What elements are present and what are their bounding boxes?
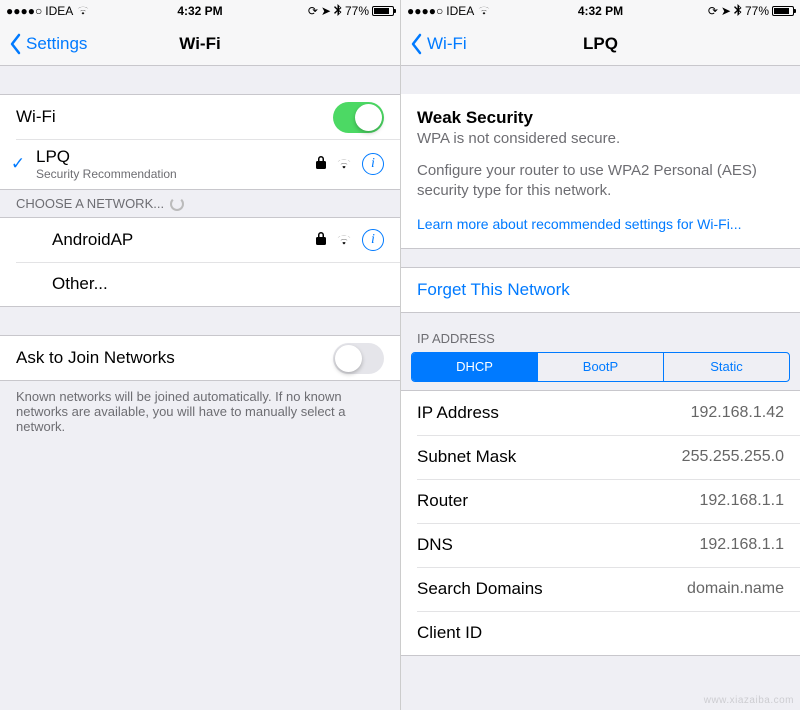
ip-row-value: 255.255.255.0 bbox=[682, 448, 784, 466]
forget-network-button[interactable]: Forget This Network bbox=[401, 268, 800, 312]
location-icon: ➤ bbox=[321, 4, 331, 18]
chevron-left-icon bbox=[409, 33, 423, 55]
ip-row[interactable]: IP Address 192.168.1.42 bbox=[401, 391, 800, 435]
ip-row-label: Subnet Mask bbox=[417, 447, 516, 467]
ask-to-join-row: Ask to Join Networks bbox=[0, 336, 400, 380]
network-name: AndroidAP bbox=[52, 230, 133, 249]
segment-bootp[interactable]: BootP bbox=[537, 353, 663, 381]
ip-row[interactable]: Subnet Mask 255.255.255.0 bbox=[401, 435, 800, 479]
battery-percent: 77% bbox=[345, 4, 369, 18]
ip-row-label: IP Address bbox=[417, 403, 499, 423]
checkmark-icon: ✓ bbox=[11, 154, 25, 174]
bluetooth-icon bbox=[334, 4, 342, 19]
status-bar: ●●●●○ IDEA 4:32 PM ⟳ ➤ 77% bbox=[401, 0, 800, 22]
battery-icon bbox=[772, 6, 794, 16]
ip-row-label: Client ID bbox=[417, 623, 482, 643]
nav-bar: Settings Wi-Fi bbox=[0, 22, 400, 66]
wifi-toggle-row: Wi-Fi bbox=[0, 95, 400, 139]
weak-security-subtitle: WPA is not considered secure. bbox=[417, 130, 784, 147]
ask-footer: Known networks will be joined automatica… bbox=[0, 381, 400, 434]
signal-dots-icon: ●●●●○ bbox=[407, 4, 443, 18]
signal-dots-icon: ●●●●○ bbox=[6, 4, 42, 18]
wifi-signal-icon bbox=[336, 230, 352, 250]
ip-row[interactable]: Client ID bbox=[401, 611, 800, 655]
wifi-toggle[interactable] bbox=[333, 102, 384, 133]
other-network-row[interactable]: Other... bbox=[0, 262, 400, 306]
info-icon[interactable]: i bbox=[362, 229, 384, 251]
back-label: Settings bbox=[26, 34, 87, 54]
segment-static[interactable]: Static bbox=[663, 353, 789, 381]
ip-address-header: IP ADDRESS bbox=[401, 313, 800, 352]
watermark: www.xiazaiba.com bbox=[704, 695, 794, 706]
ip-row-label: DNS bbox=[417, 535, 453, 555]
spinner-icon bbox=[170, 197, 184, 211]
battery-icon bbox=[372, 6, 394, 16]
chevron-left-icon bbox=[8, 33, 22, 55]
ip-mode-segmented-control[interactable]: DHCP BootP Static bbox=[411, 352, 790, 382]
other-label: Other... bbox=[52, 274, 108, 294]
bluetooth-icon bbox=[734, 4, 742, 19]
lock-icon bbox=[316, 230, 326, 250]
choose-network-header: CHOOSE A NETWORK... bbox=[0, 190, 400, 217]
ask-label: Ask to Join Networks bbox=[16, 348, 175, 368]
carrier-label: IDEA bbox=[446, 4, 474, 18]
ip-row-value: domain.name bbox=[687, 580, 784, 598]
ip-row-label: Search Domains bbox=[417, 579, 543, 599]
wifi-status-icon bbox=[477, 4, 491, 18]
network-detail-screen: ●●●●○ IDEA 4:32 PM ⟳ ➤ 77% Wi-Fi LPQ Wea… bbox=[400, 0, 800, 710]
lock-icon bbox=[316, 154, 326, 174]
rotation-lock-icon: ⟳ bbox=[308, 4, 318, 18]
info-icon[interactable]: i bbox=[362, 153, 384, 175]
weak-security-title: Weak Security bbox=[417, 108, 784, 128]
wifi-settings-screen: ●●●●○ IDEA 4:32 PM ⟳ ➤ 77% Settings Wi-F… bbox=[0, 0, 400, 710]
back-button[interactable]: Wi-Fi bbox=[409, 33, 467, 55]
ip-row[interactable]: Search Domains domain.name bbox=[401, 567, 800, 611]
ip-row-value: 192.168.1.42 bbox=[691, 404, 784, 422]
back-label: Wi-Fi bbox=[427, 34, 467, 54]
ip-row[interactable]: DNS 192.168.1.1 bbox=[401, 523, 800, 567]
ask-toggle[interactable] bbox=[333, 343, 384, 374]
weak-security-link[interactable]: Learn more about recommended settings fo… bbox=[417, 216, 784, 232]
connected-network-name: LPQ bbox=[36, 147, 316, 167]
status-bar: ●●●●○ IDEA 4:32 PM ⟳ ➤ 77% bbox=[0, 0, 400, 22]
nav-bar: Wi-Fi LPQ bbox=[401, 22, 800, 66]
segment-dhcp[interactable]: DHCP bbox=[412, 353, 537, 381]
ip-row-value: 192.168.1.1 bbox=[699, 492, 784, 510]
wifi-signal-icon bbox=[336, 154, 352, 174]
weak-security-desc: Configure your router to use WPA2 Person… bbox=[417, 161, 784, 202]
back-button[interactable]: Settings bbox=[8, 33, 87, 55]
connected-network-row[interactable]: ✓ LPQ Security Recommendation i bbox=[0, 139, 400, 189]
connected-network-subtitle: Security Recommendation bbox=[36, 167, 316, 181]
wifi-status-icon bbox=[76, 4, 90, 18]
location-icon: ➤ bbox=[721, 4, 731, 18]
battery-percent: 77% bbox=[745, 4, 769, 18]
network-row[interactable]: AndroidAP i bbox=[0, 218, 400, 262]
ip-detail-group: IP Address 192.168.1.42 Subnet Mask 255.255… bbox=[401, 390, 800, 656]
weak-security-block: Weak Security WPA is not considered secu… bbox=[401, 94, 800, 249]
wifi-label: Wi-Fi bbox=[16, 107, 56, 127]
ip-row-label: Router bbox=[417, 491, 468, 511]
rotation-lock-icon: ⟳ bbox=[708, 4, 718, 18]
ip-row-value: 192.168.1.1 bbox=[699, 536, 784, 554]
carrier-label: IDEA bbox=[45, 4, 73, 18]
ip-row[interactable]: Router 192.168.1.1 bbox=[401, 479, 800, 523]
